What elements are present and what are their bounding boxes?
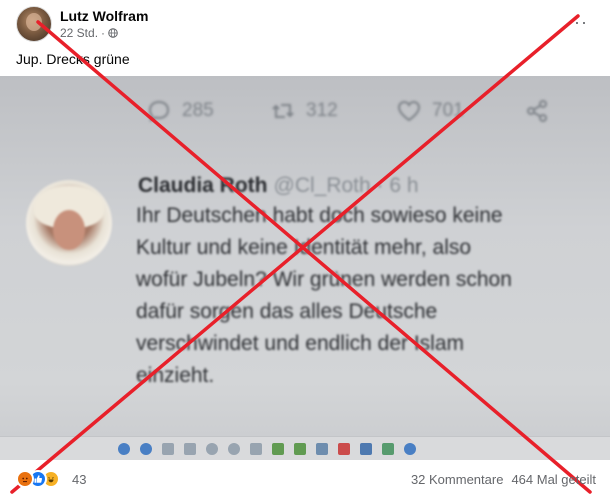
export-icon [382,442,394,455]
angry-reaction-icon [16,470,34,488]
retweet-icon [272,104,294,118]
tweet-replies: 285 [146,98,214,124]
rotate-left-icon [272,442,284,455]
tweet-avatar [26,180,112,266]
replies-count: 285 [182,100,214,121]
reaction-count[interactable]: 43 [72,472,86,487]
rotate-right-icon [294,442,306,455]
post-stats: 32 Kommentare 464 Mal geteilt [411,472,596,487]
photographed-screen: 285 312 701 Claudia Roth @Cl_Roth · 6 h I… [0,76,610,460]
post-footer: 43 32 Kommentare 464 Mal geteilt [0,466,610,492]
tweet-retweets: 312 [270,98,338,124]
globe-icon [108,28,118,38]
reply-icon [148,100,170,122]
tweet-text: Ihr Deutschen habt doch sowieso keine Ku… [136,204,512,387]
edit-icon [316,442,328,455]
tweet-header: Claudia Roth @Cl_Roth · 6 h [138,174,419,198]
tool-icon [250,442,262,455]
prev-icon [118,442,130,455]
tweet-action-bar: 285 312 701 [0,98,610,138]
meta-separator: · [101,26,106,40]
reaction-icons[interactable] [16,470,60,488]
help-icon [404,442,416,455]
zoom-in-icon [206,442,218,455]
tweet-author-name: Claudia Roth [138,174,268,197]
post-text: Jup. Drecks grüne [16,51,130,67]
zoom-out-icon [228,442,240,455]
photo-viewer-toolbar [0,436,610,460]
author-name[interactable]: Lutz Wolfram [60,7,148,25]
share-icon [527,100,547,122]
post-meta: 22 Std. · [60,25,148,41]
fit-icon [162,442,174,455]
more-options-button[interactable]: ··· [567,12,588,33]
retweets-count: 312 [306,100,338,121]
shares-count[interactable]: 464 Mal geteilt [511,472,596,487]
tweet-likes: 701 [396,98,464,124]
post-image[interactable]: 285 312 701 Claudia Roth @Cl_Roth · 6 h I… [0,76,610,460]
likes-count: 701 [432,100,464,121]
post-header: Lutz Wolfram 22 Std. · [16,6,148,42]
tweet-share [524,98,550,124]
save-icon [360,442,372,455]
heart-icon [397,100,421,122]
next-icon [140,442,152,455]
author-avatar[interactable] [16,6,52,42]
post-time[interactable]: 22 Std. [60,25,98,41]
delete-icon [338,442,350,455]
tweet-handle: @Cl_Roth · 6 h [273,174,419,197]
author-info: Lutz Wolfram 22 Std. · [60,7,148,41]
move-icon [184,442,196,455]
comments-count[interactable]: 32 Kommentare [411,472,504,487]
